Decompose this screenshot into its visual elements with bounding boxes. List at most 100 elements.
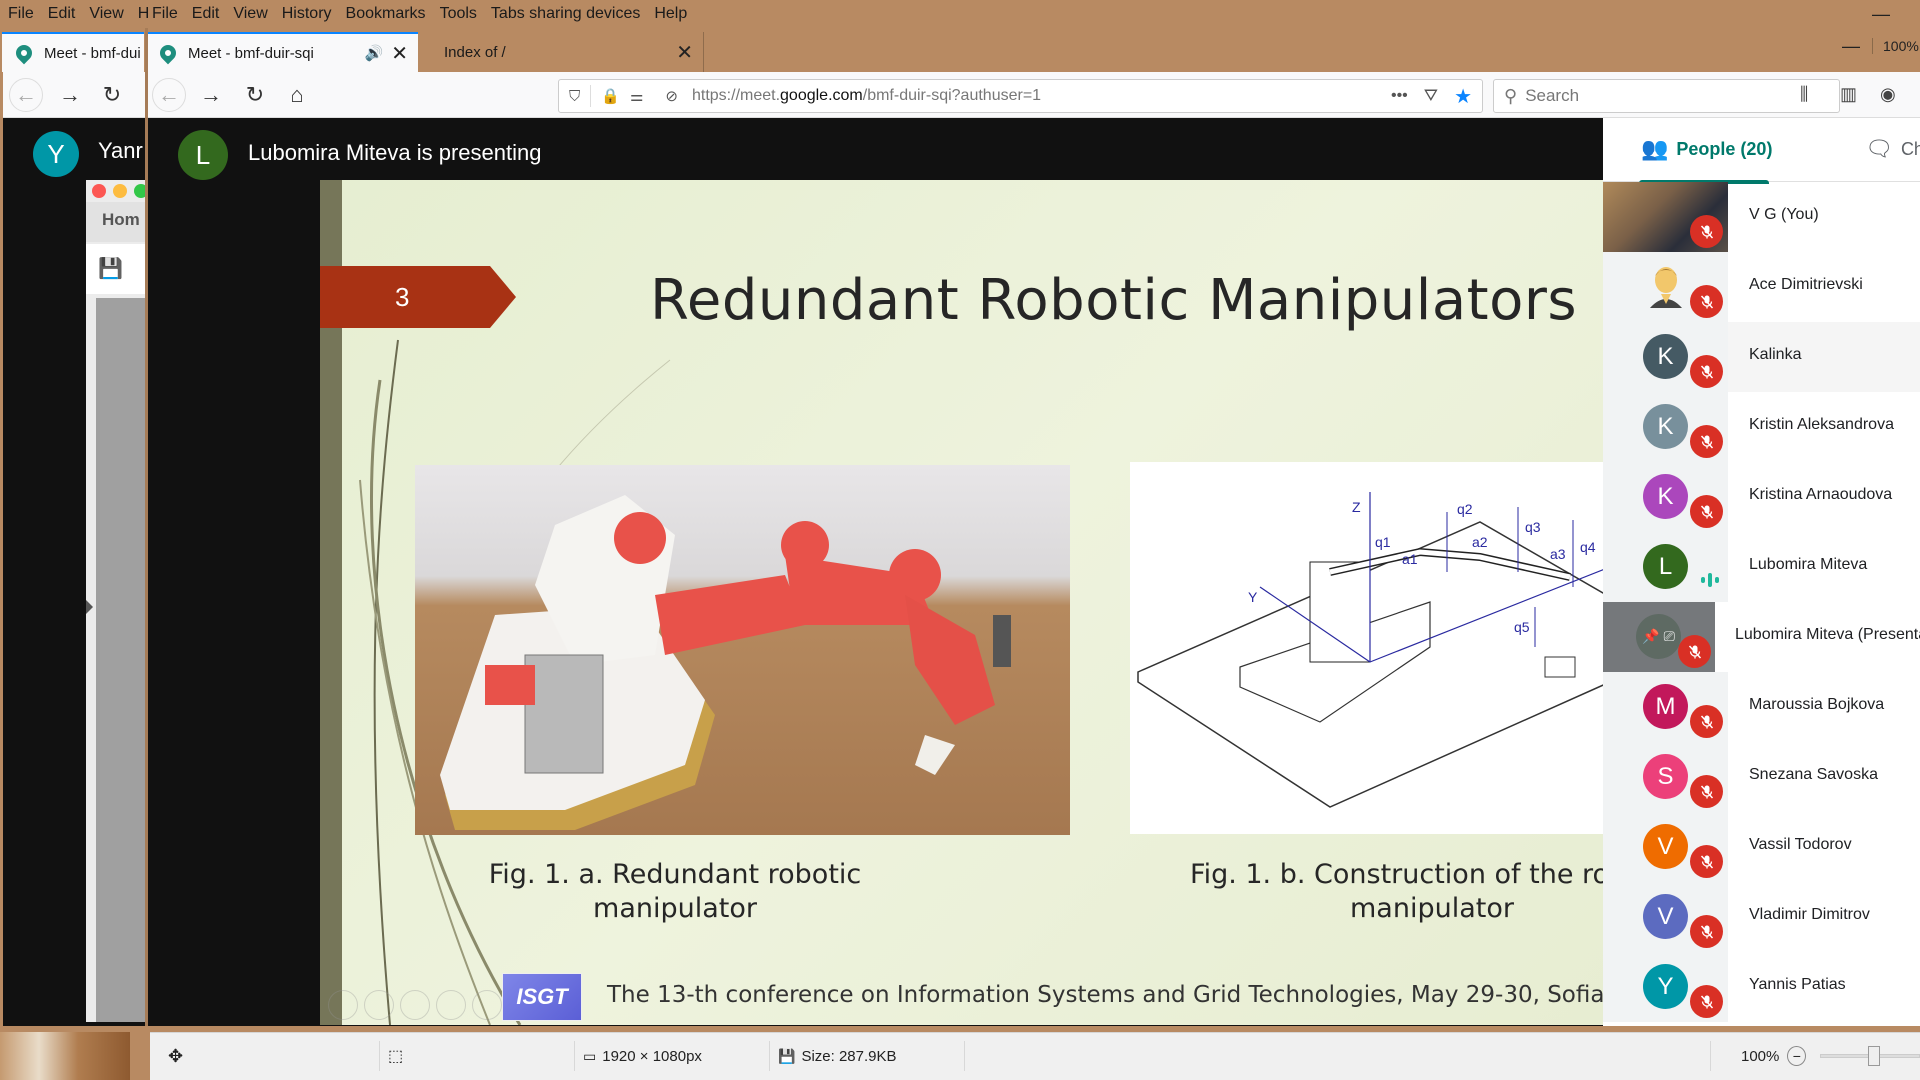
slides-overview-button[interactable] [436, 990, 466, 1020]
tab-meet-background[interactable]: Meet - bmf-dui [2, 32, 144, 72]
bookmark-star-icon[interactable]: ★ [1454, 84, 1472, 109]
isgt-logo: ISGT [502, 973, 582, 1021]
close-dot[interactable] [92, 184, 106, 198]
participant-row[interactable]: K Kalinka [1603, 322, 1920, 392]
pin-icon[interactable]: 📌 [1642, 628, 1659, 645]
tab-index[interactable]: Index of / ✕ [422, 32, 704, 72]
home-tab[interactable]: Hom [86, 202, 146, 242]
robot-construction-diagram: Z Y q1 q2 q3 q4 q5 a1 a2 a3 [1130, 462, 1603, 834]
url-text[interactable]: https://meet.google.com/bmf-duir-sqi?aut… [692, 87, 1041, 105]
zoom-slider[interactable] [1820, 1046, 1920, 1066]
diagram-drawing: Z Y q1 q2 q3 q4 q5 a1 a2 a3 [1137, 492, 1603, 808]
close-tab-icon[interactable]: ✕ [391, 41, 408, 66]
menu-view[interactable]: View [89, 5, 123, 23]
save-icon[interactable]: 💾 [98, 256, 123, 281]
participant-row[interactable]: K Kristina Arnaoudova [1603, 462, 1920, 532]
move-tool[interactable]: ✥ [160, 1041, 380, 1071]
menu-file[interactable]: File [152, 5, 178, 23]
pocket-icon[interactable]: ⛛ [1424, 86, 1438, 106]
shield-icon[interactable]: ⛉ [569, 88, 580, 105]
participant-row[interactable]: L Lubomira Miteva [1603, 532, 1920, 602]
avatar: Y [33, 131, 79, 177]
move-icon: ✥ [168, 1045, 184, 1066]
library-icon[interactable]: ⫼ [1800, 84, 1808, 105]
participant-row[interactable]: Y Yannis Patias [1603, 952, 1920, 1022]
file-size: 💾 Size: 287.9KB [770, 1041, 965, 1071]
zoom-control: 100% − [1710, 1041, 1920, 1071]
close-tab-icon[interactable]: ✕ [676, 40, 693, 65]
presenter-avatar: L [178, 130, 228, 180]
participant-row[interactable]: M Maroussia Bojkova [1603, 672, 1920, 742]
tab-meet-active[interactable]: Meet - bmf-duir-sqi 🔊 ✕ [146, 32, 418, 72]
participant-row[interactable]: V Vladimir Dimitrov [1603, 882, 1920, 952]
speaker-icon[interactable]: 🔊 [365, 44, 384, 62]
zoom-slide-button[interactable] [472, 990, 502, 1020]
minimize-button-background[interactable]: — [1872, 4, 1890, 25]
lock-icon[interactable]: 🔒 [601, 87, 620, 105]
account-icon[interactable]: ◉ [1880, 84, 1896, 105]
camera-sharing-icon[interactable]: ⊘ [665, 87, 678, 105]
sidebar-icon[interactable]: ▥ [1840, 84, 1857, 105]
expand-arrow-icon[interactable] [86, 600, 93, 614]
back-button[interactable]: ← [9, 78, 43, 112]
participant-row[interactable]: K Kristin Aleksandrova [1603, 392, 1920, 462]
muted-mic-icon [1690, 845, 1723, 878]
zoom-slider-thumb[interactable] [1867, 1046, 1880, 1066]
permissions-icon[interactable]: ⚌ [630, 87, 643, 105]
menu-edit[interactable]: Edit [192, 5, 220, 23]
participant-row[interactable]: S Snezana Savoska [1603, 742, 1920, 812]
menu-edit[interactable]: Edit [48, 5, 76, 23]
page-actions-icon[interactable]: ••• [1391, 87, 1408, 105]
participant-name: Snezana Savoska [1749, 766, 1878, 783]
menu-tools[interactable]: Tools [440, 5, 477, 23]
muted-mic-icon [1690, 425, 1723, 458]
presentation-avatar: 📌 ⎚ [1636, 614, 1681, 659]
menu-help[interactable]: Help [654, 5, 687, 23]
slide-number: 3 [395, 281, 410, 312]
reload-button[interactable]: ↻ [97, 80, 127, 110]
forward-button[interactable]: → [196, 80, 226, 110]
pen-tool-button[interactable] [400, 990, 430, 1020]
participant-name: Lubomira Miteva (Presentation) [1735, 626, 1920, 643]
tab-chat[interactable]: 🗨 Ch [1865, 136, 1920, 162]
people-panel: 👥 People (20) 🗨 Ch V G (You) Ace Dimitrie… [1603, 118, 1920, 1026]
participant-row[interactable]: Ace Dimitrievski [1603, 252, 1920, 322]
tab-people[interactable]: 👥 People (20) [1639, 136, 1773, 184]
forward-button[interactable]: → [55, 80, 85, 110]
home-button[interactable]: ⌂ [282, 80, 312, 110]
participant-row[interactable]: V Vassil Todorov [1603, 812, 1920, 882]
participant-name: Kalinka [1749, 346, 1802, 363]
avatar: K [1643, 404, 1688, 449]
menu-bookmarks[interactable]: Bookmarks [346, 5, 426, 23]
participant-row[interactable]: 📌⎚ Lubomira Miteva (Presentation) [1603, 602, 1920, 672]
presentation-slide: 3 Redundant Robotic Manipulators Z Y q1 … [320, 180, 1603, 1025]
menu-history[interactable]: History [282, 5, 332, 23]
previous-slide-button[interactable] [328, 990, 358, 1020]
next-slide-button[interactable] [364, 990, 394, 1020]
participant-row[interactable]: V G (You) [1603, 182, 1920, 252]
slide-footer: The 13-th conference on Information Syst… [607, 982, 1603, 1008]
zoom-level[interactable]: 100% [1872, 38, 1919, 54]
embedded-app-window: Hom 💾 [86, 180, 148, 1022]
participant-name: Yannis Patias [1749, 976, 1846, 993]
url-bar[interactable]: ⛉ 🔒 ⚌ ⊘ https://meet.google.com/bmf-duir… [558, 79, 1483, 113]
reload-button[interactable]: ↻ [240, 80, 270, 110]
minimize-dot[interactable] [113, 184, 127, 198]
muted-mic-icon [1690, 355, 1723, 388]
participant-name: Vassil Todorov [1749, 836, 1852, 853]
search-input[interactable]: ⚲ Search [1493, 79, 1840, 113]
back-button[interactable]: ← [152, 78, 186, 112]
menu-file[interactable]: File [8, 5, 34, 23]
tab-people-label: People (20) [1676, 138, 1773, 159]
menu-view[interactable]: View [233, 5, 267, 23]
zoom-out-button[interactable]: — [1842, 36, 1860, 57]
google-meet-icon [12, 41, 36, 65]
participant-name: Lubomira Miteva [1749, 556, 1868, 573]
muted-mic-icon [1690, 495, 1723, 528]
menu-history[interactable]: H [138, 5, 148, 23]
zoom-out-icon[interactable]: − [1787, 1046, 1807, 1066]
menu-tabs-sharing-devices[interactable]: Tabs sharing devices [491, 5, 640, 23]
participant-name: Kristin Aleksandrova [1749, 416, 1894, 433]
desktop: File Edit View H File Edit View History … [0, 0, 1920, 1080]
taskbar-thumbnail[interactable] [0, 1032, 130, 1080]
